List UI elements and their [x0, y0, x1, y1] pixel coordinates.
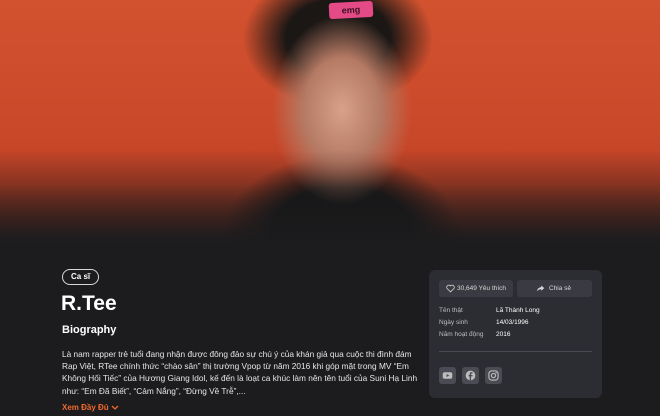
card-divider — [439, 351, 592, 352]
share-icon — [536, 285, 545, 292]
info-value: 2016 — [496, 331, 511, 338]
headband-text: emg — [341, 4, 361, 16]
youtube-icon — [442, 372, 453, 379]
artist-name: R.Tee — [61, 292, 117, 315]
facebook-button[interactable] — [462, 367, 479, 384]
instagram-button[interactable] — [485, 367, 502, 384]
share-label: Chia sẻ — [549, 285, 572, 292]
info-value: 14/03/1996 — [496, 319, 529, 326]
artist-info-card: 30,649 Yêu thích Chia sẻ Tên thật Lã Thà… — [429, 270, 602, 398]
info-key: Tên thật — [439, 307, 463, 314]
youtube-button[interactable] — [439, 367, 456, 384]
role-badge[interactable]: Ca sĩ — [62, 269, 100, 285]
like-button[interactable]: 30,649 Yêu thích — [439, 280, 513, 297]
info-key: Ngày sinh — [439, 319, 468, 326]
chevron-down-icon — [111, 405, 119, 410]
headband: emg — [328, 0, 374, 20]
heart-icon — [446, 284, 455, 293]
bio-heading: Biography — [62, 324, 117, 336]
share-button[interactable]: Chia sẻ — [517, 280, 592, 297]
bio-text: Là nam rapper trẻ tuổi đang nhận được đô… — [62, 349, 418, 396]
facebook-icon — [465, 370, 476, 381]
info-key: Năm hoạt động — [439, 331, 484, 338]
like-count: 30,649 Yêu thích — [457, 285, 507, 292]
read-more-link[interactable]: Xem Đầy Đủ — [62, 403, 119, 412]
instagram-icon — [488, 370, 499, 381]
cover-fade — [0, 150, 660, 250]
info-value: Lã Thành Long — [496, 307, 540, 314]
read-more-label: Xem Đầy Đủ — [62, 403, 109, 412]
